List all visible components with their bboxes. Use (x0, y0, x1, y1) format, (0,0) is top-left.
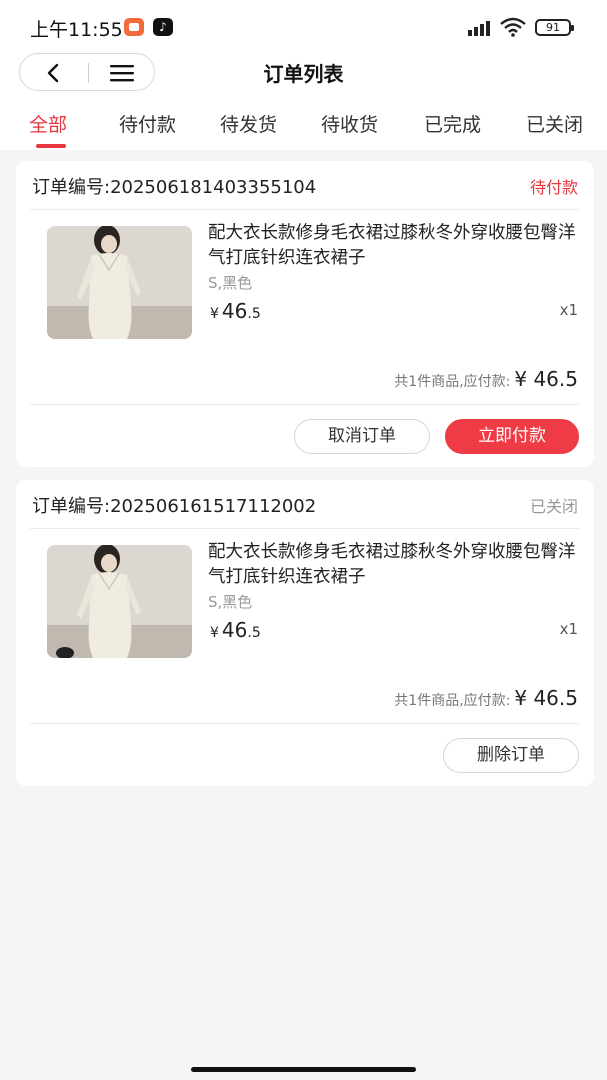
tab-completed[interactable]: 已完成 (424, 110, 481, 137)
product-title[interactable]: 配大衣长款修身毛衣裙过膝秋冬外穿收腰包臀洋气打底针织连衣裙子 (208, 540, 580, 590)
wifi-icon (500, 17, 526, 37)
active-tab-indicator (36, 144, 66, 148)
tab-pending-receipt[interactable]: 待收货 (321, 110, 378, 137)
order-number: 订单编号:202506161517112002 (32, 496, 317, 517)
product-spec: S,黑色 (208, 274, 253, 292)
product-quantity: x1 (559, 301, 578, 319)
status-time: 上午11:55 (30, 19, 123, 41)
battery-icon: 91 (535, 19, 574, 36)
delete-order-button[interactable]: 删除订单 (443, 738, 579, 773)
price-integer: 46 (221, 299, 248, 323)
tab-closed[interactable]: 已关闭 (526, 110, 583, 137)
tiktok-icon: ♪ (153, 18, 173, 36)
product-price: ¥46.5 (210, 618, 261, 642)
app-header: 上午11:55 ♪ 91 订单列表 全部 待付款 待发货 待收货 已完成 已关闭 (0, 0, 607, 150)
status-bar: 上午11:55 ♪ 91 (0, 0, 607, 54)
summary-label: 共1件商品,应付款: (394, 374, 511, 390)
order-summary: 共1件商品,应付款: ¥ 46.5 (394, 686, 578, 710)
summary-amount: ¥ 46.5 (514, 367, 578, 391)
order-summary: 共1件商品,应付款: ¥ 46.5 (394, 367, 578, 391)
product-image[interactable] (47, 545, 192, 658)
summary-amount: ¥ 46.5 (514, 686, 578, 710)
currency-symbol: ¥ (210, 306, 219, 322)
order-status: 已关闭 (529, 497, 578, 516)
order-tabs: 全部 待付款 待发货 待收货 已完成 已关闭 (0, 104, 607, 150)
pay-now-button[interactable]: 立即付款 (445, 419, 579, 454)
photo-app-icon (124, 18, 144, 36)
price-integer: 46 (221, 618, 248, 642)
order-number: 订单编号:202506181403355104 (32, 177, 317, 198)
divider (30, 723, 580, 724)
tab-pending-payment[interactable]: 待付款 (119, 110, 176, 137)
product-image[interactable] (47, 226, 192, 339)
product-quantity: x1 (559, 620, 578, 638)
summary-label: 共1件商品,应付款: (394, 693, 511, 709)
order-status: 待付款 (529, 178, 578, 197)
order-card[interactable]: 订单编号:202506181403355104 待付款 配大衣长款修身毛衣裙过膝… (16, 161, 594, 467)
tab-pending-shipment[interactable]: 待发货 (220, 110, 277, 137)
currency-symbol: ¥ (210, 625, 219, 641)
home-indicator[interactable] (191, 1067, 416, 1072)
product-price: ¥46.5 (210, 299, 261, 323)
divider (30, 404, 580, 405)
price-decimal: .5 (247, 625, 261, 641)
divider (30, 528, 580, 529)
price-decimal: .5 (247, 306, 261, 322)
order-card[interactable]: 订单编号:202506161517112002 已关闭 配大衣长款修身毛衣裙过膝… (16, 480, 594, 786)
cancel-order-button[interactable]: 取消订单 (294, 419, 430, 454)
product-title[interactable]: 配大衣长款修身毛衣裙过膝秋冬外穿收腰包臀洋气打底针织连衣裙子 (208, 221, 580, 271)
page-title: 订单列表 (263, 62, 344, 86)
signal-icon (466, 18, 494, 36)
tab-all[interactable]: 全部 (29, 110, 67, 137)
product-spec: S,黑色 (208, 593, 253, 611)
divider (30, 209, 580, 210)
